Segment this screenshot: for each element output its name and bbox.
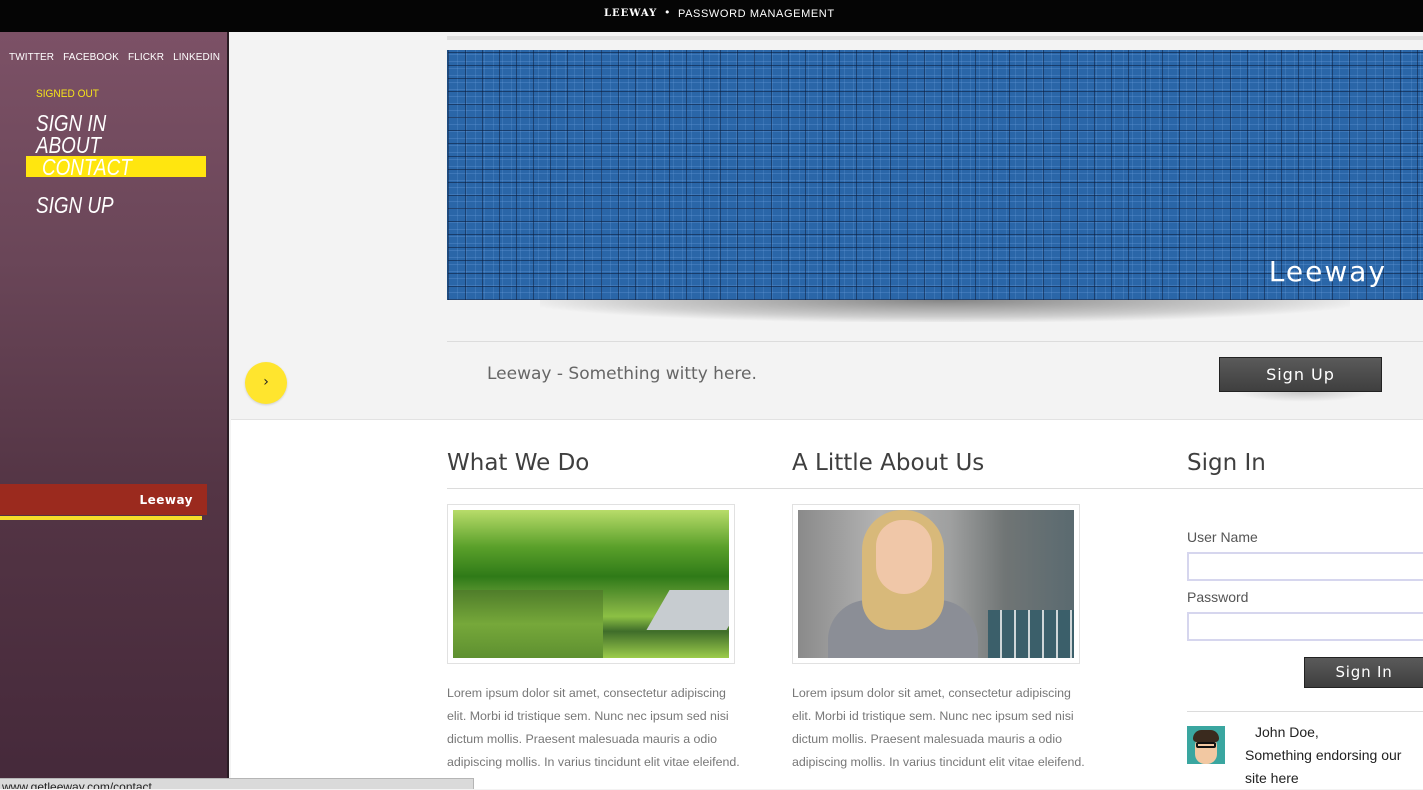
signed-out-status: SIGNED OUT <box>36 88 99 100</box>
team-photo-frame <box>792 504 1080 664</box>
sidebar: TWITTER FACEBOOK FLICKR LINKEDIN SIGNED … <box>0 32 229 789</box>
nature-photo <box>453 510 729 658</box>
avatar-glasses-icon <box>1196 742 1216 748</box>
testimonial-text: Something endorsing our site here <box>1245 747 1402 786</box>
sign-in-divider <box>1187 711 1423 712</box>
username-input[interactable] <box>1187 552 1423 581</box>
facebook-link[interactable]: FACEBOOK <box>63 52 119 63</box>
ribbon-label: Leeway <box>139 493 193 507</box>
sign-in-button[interactable]: Sign In <box>1304 657 1423 688</box>
twitter-link[interactable]: TWITTER <box>9 52 54 63</box>
testimonial-name: John Doe, <box>1255 724 1319 740</box>
avatar <box>1187 726 1225 764</box>
sign-in-heading: Sign In <box>1187 450 1266 476</box>
top-divider <box>447 36 1423 40</box>
sign-up-button[interactable]: Sign Up <box>1219 357 1382 392</box>
avatar-hair <box>1193 730 1219 742</box>
sidebar-ribbon: Leeway <box>0 484 207 515</box>
path <box>646 590 729 630</box>
hero-shadow <box>540 300 1350 322</box>
top-bar: LEEWAY • PASSWORD MANAGEMENT <box>0 0 1423 32</box>
window <box>988 610 1074 658</box>
what-we-do-text: Lorem ipsum dolor sit amet, consectetur … <box>447 686 740 769</box>
testimonial: John Doe, Something endorsing our site h… <box>1245 721 1423 790</box>
hero-banner: Leeway <box>447 50 1423 300</box>
flickr-link[interactable]: FLICKR <box>128 52 164 63</box>
about-us-text: Lorem ipsum dolor sit amet, consectetur … <box>792 686 1085 769</box>
site-tagline: Leeway - Something witty here. <box>487 364 757 384</box>
brand-tagline: PASSWORD MANAGEMENT <box>678 8 835 20</box>
social-links: TWITTER FACEBOOK FLICKR LINKEDIN <box>9 52 220 63</box>
status-url: www.getleeway.com/contact <box>2 780 152 789</box>
hero-title: Leeway <box>1268 255 1387 288</box>
brand-separator: • <box>664 6 671 19</box>
password-input[interactable] <box>1187 612 1423 641</box>
ribbon-underline <box>0 516 202 520</box>
nav-contact[interactable]: CONTACT <box>42 156 132 179</box>
tagline-divider <box>447 341 1423 342</box>
about-us-heading: A Little About Us <box>792 450 985 476</box>
linkedin-link[interactable]: LINKEDIN <box>173 52 220 63</box>
username-label: User Name <box>1187 529 1258 545</box>
sign-up-button-shadow <box>1235 392 1370 402</box>
team-photo <box>798 510 1074 658</box>
browser-status-bar: www.getleeway.com/contact <box>0 778 474 789</box>
river <box>453 590 603 658</box>
heading-divider <box>447 488 1423 489</box>
what-we-do-heading: What We Do <box>447 450 590 476</box>
brand-logo[interactable]: LEEWAY <box>604 8 657 19</box>
nature-photo-frame <box>447 504 735 664</box>
nav-sign-up[interactable]: SIGN UP <box>36 194 114 217</box>
sidebar-toggle-arrow-icon[interactable]: › <box>245 362 287 404</box>
password-label: Password <box>1187 589 1249 605</box>
face <box>876 520 932 594</box>
